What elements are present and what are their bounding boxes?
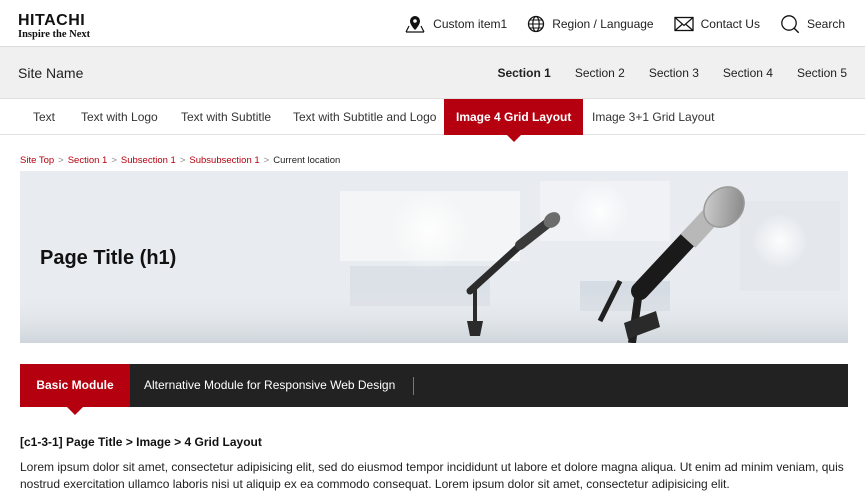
hero-banner: Page Title (h1): [20, 171, 848, 343]
breadcrumb-separator: >: [263, 155, 270, 166]
logo-tagline: Inspire the Next: [18, 29, 91, 40]
module-tab-bar: Basic Module Alternative Module for Resp…: [20, 364, 848, 415]
tab-text[interactable]: Text: [33, 99, 55, 135]
breadcrumb: Site Top > Section 1 > Subsection 1 > Subsubse…: [20, 155, 340, 166]
breadcrumb-item[interactable]: Site Top: [20, 155, 54, 166]
section-4-link[interactable]: Section 4: [723, 66, 773, 80]
tab-text-with-subtitle[interactable]: Text with Subtitle: [181, 99, 271, 135]
region-language-label: Region / Language: [552, 16, 654, 31]
logo-wordmark: HITACHI: [18, 12, 86, 29]
hitachi-logo[interactable]: HITACHI Inspire the Next: [18, 13, 90, 41]
section-5-link[interactable]: Section 5: [797, 66, 847, 80]
breadcrumb-separator: >: [58, 155, 64, 166]
breadcrumb-current: Current location: [273, 155, 341, 166]
breadcrumb-separator: >: [179, 155, 186, 166]
mail-icon: [673, 16, 694, 31]
breadcrumb-item[interactable]: Section 1: [68, 155, 108, 166]
map-pin-icon: [405, 15, 425, 33]
breadcrumb-item[interactable]: Subsection 1: [121, 155, 176, 166]
section-1-link[interactable]: Section 1: [497, 66, 550, 80]
section-2-link[interactable]: Section 2: [575, 66, 625, 80]
tab-text-with-logo[interactable]: Text with Logo: [81, 99, 158, 135]
sub-tabs: Text Text with Logo Text with Subtitle T…: [0, 99, 865, 142]
tab-basic-module[interactable]: Basic Module: [20, 364, 130, 415]
body-paragraph: Lorem ipsum dolor sit amet, consectetur …: [20, 460, 844, 491]
region-language-link[interactable]: Region / Language: [527, 15, 654, 33]
search-link[interactable]: Search: [780, 14, 845, 34]
globe-icon: [528, 15, 545, 32]
contact-us-link[interactable]: Contact Us: [673, 16, 760, 32]
tab-text-with-subtitle-and-logo[interactable]: Text with Subtitle and Logo: [293, 99, 436, 135]
tab-alternative-module[interactable]: Alternative Module for Responsive Web De…: [144, 364, 395, 407]
tab-image-4-grid-layout[interactable]: Image 4 Grid Layout: [444, 99, 584, 142]
contact-us-label: Contact Us: [700, 16, 760, 31]
custom-item-label: Custom item1: [433, 16, 508, 31]
search-icon: [781, 14, 800, 33]
page-title: Page Title (h1): [40, 247, 177, 269]
search-label: Search: [806, 16, 845, 31]
site-name[interactable]: Site Name: [18, 65, 83, 81]
breadcrumb-separator: >: [111, 155, 117, 166]
section-nav: Section 1 Section 2 Section 3 Section 4 …: [473, 47, 847, 99]
top-header: HITACHI Inspire the Next Custom item1 Re…: [0, 0, 865, 47]
tab-image-3-1-grid-layout[interactable]: Image 3+1 Grid Layout: [592, 99, 714, 135]
tab-divider: [413, 377, 414, 395]
custom-item-link[interactable]: Custom item1: [404, 15, 507, 33]
breadcrumb-item[interactable]: Subsubsection 1: [189, 155, 259, 166]
utility-nav: Custom item1 Region / Language Contact U…: [384, 0, 845, 47]
section-3-link[interactable]: Section 3: [649, 66, 699, 80]
site-bar: Site Name Section 1 Section 2 Section 3 …: [0, 47, 865, 99]
section-heading: [c1-3-1] Page Title > Image > 4 Grid Lay…: [20, 435, 262, 449]
